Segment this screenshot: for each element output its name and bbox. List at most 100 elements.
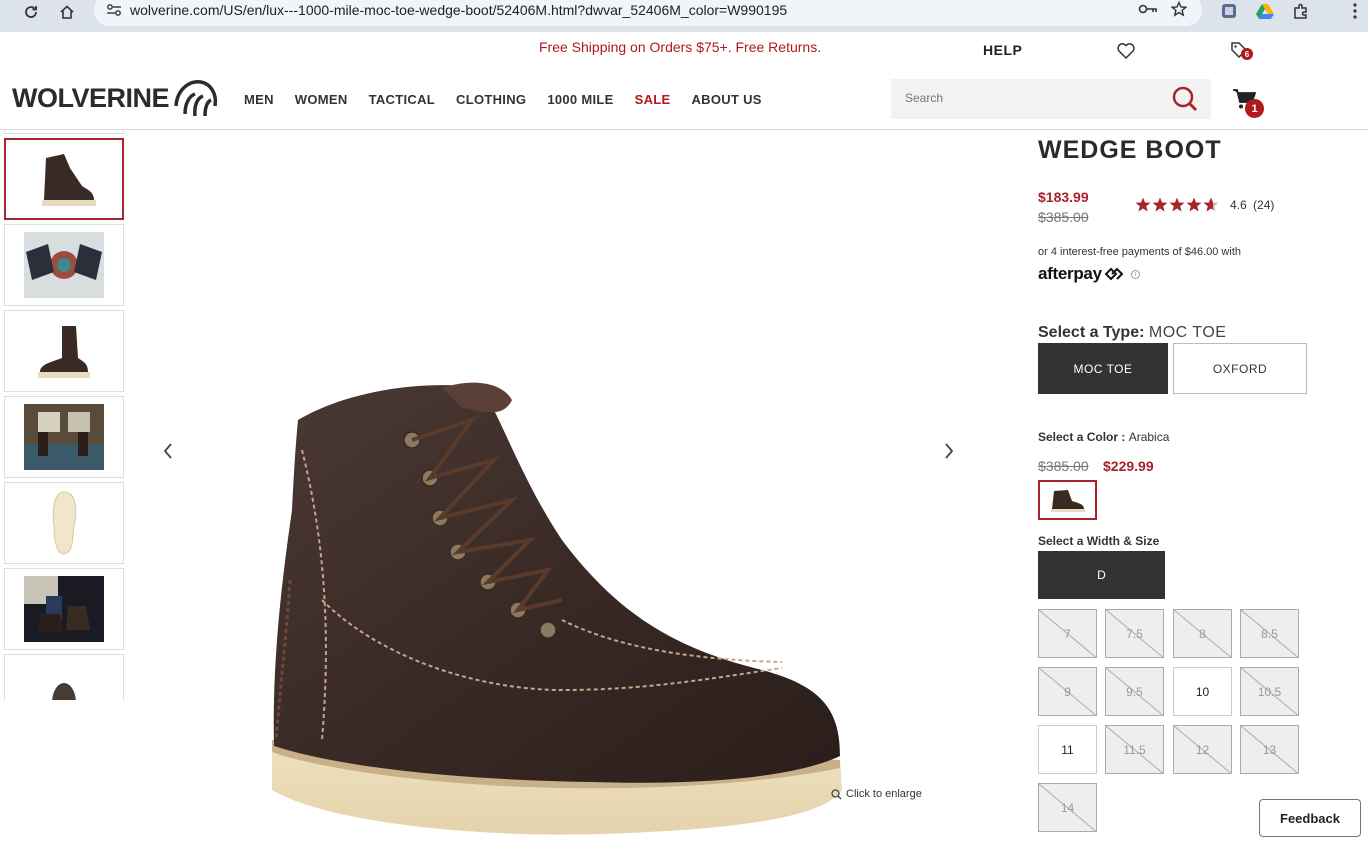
help-link[interactable]: HELP: [983, 42, 1022, 58]
afterpay-wordmark: afterpay: [1038, 264, 1102, 283]
sale-price: $183.99: [1038, 189, 1089, 205]
size-label-text: 7: [1064, 626, 1071, 641]
size-button-10-5[interactable]: 10.5: [1240, 667, 1299, 716]
thumbnail-5[interactable]: [4, 482, 124, 564]
star-icon: [1169, 197, 1185, 212]
notifications-badge: 6: [1241, 48, 1253, 60]
afterpay-arrows-icon: [1104, 267, 1124, 281]
type-label: Select a Type: MOC TOE: [1038, 324, 1226, 342]
nav-sale[interactable]: SALE: [635, 92, 671, 107]
size-label-text: 8.5: [1261, 626, 1278, 641]
thumbnail-7[interactable]: [4, 654, 124, 700]
info-icon[interactable]: i: [1130, 269, 1140, 279]
enlarge-label: Click to enlarge: [846, 788, 922, 800]
lifestyle-thumbnail-image: [24, 404, 104, 470]
star-half-icon: [1203, 197, 1219, 212]
thumbnail-2[interactable]: [4, 224, 124, 306]
main-nav: MEN WOMEN TACTICAL CLOTHING 1000 MILE SA…: [244, 92, 783, 107]
nav-men[interactable]: MEN: [244, 92, 274, 107]
cart-count-badge: 1: [1245, 99, 1264, 118]
sole-thumbnail-image: [52, 491, 77, 555]
menu-kebab-icon[interactable]: [1344, 0, 1366, 22]
header-divider: [0, 129, 1368, 130]
feedback-button[interactable]: Feedback: [1259, 799, 1361, 837]
size-button-11-5[interactable]: 11.5: [1105, 725, 1164, 774]
rating-summary[interactable]: 4.6 (24): [1230, 198, 1274, 212]
reload-icon[interactable]: [17, 0, 45, 24]
color-original-price: $385.00: [1038, 458, 1089, 474]
afterpay-logo[interactable]: afterpay i: [1038, 264, 1140, 284]
magnify-icon: [831, 788, 842, 799]
lifestyle-thumbnail-image: [24, 232, 104, 298]
size-button-11[interactable]: 11: [1038, 725, 1097, 774]
nav-about-us[interactable]: ABOUT US: [691, 92, 761, 107]
size-button-12[interactable]: 12: [1173, 725, 1232, 774]
thumbnail-partial[interactable]: [4, 130, 124, 134]
size-button-14[interactable]: 14: [1038, 783, 1097, 832]
thumbnail-6[interactable]: [4, 568, 124, 650]
extension-icon[interactable]: [1218, 0, 1240, 22]
thumbnail-1[interactable]: [4, 138, 124, 220]
rating-stars[interactable]: [1135, 197, 1219, 212]
nav-clothing[interactable]: CLOTHING: [456, 92, 526, 107]
thumbnail-3[interactable]: [4, 310, 124, 392]
site-settings-icon[interactable]: [106, 3, 122, 22]
color-label-text: Select a Color :: [1038, 430, 1126, 444]
swatch-boot-image: [1050, 490, 1085, 512]
wolverine-logo[interactable]: WOLVERINE: [12, 76, 221, 120]
nav-1000-mile[interactable]: 1000 MILE: [547, 92, 613, 107]
size-button-8-5[interactable]: 8.5: [1240, 609, 1299, 658]
drive-icon[interactable]: [1254, 0, 1276, 22]
product-title: WEDGE BOOT: [1038, 136, 1222, 164]
star-icon: [1152, 197, 1168, 212]
search-input[interactable]: [905, 91, 1165, 105]
extensions-puzzle-icon[interactable]: [1290, 0, 1312, 22]
size-button-10[interactable]: 10: [1173, 667, 1232, 716]
color-sale-price: $229.99: [1103, 458, 1154, 474]
size-button-7-5[interactable]: 7.5: [1105, 609, 1164, 658]
size-button-8[interactable]: 8: [1173, 609, 1232, 658]
size-label: Select a Width & Size: [1038, 534, 1160, 548]
claw-logo-icon: [174, 80, 218, 117]
original-price: $385.00: [1038, 209, 1089, 225]
boot-thumbnail-image: [42, 154, 96, 206]
logo-wordmark: WOLVERINE: [12, 82, 170, 113]
boot-side-thumbnail-image: [38, 326, 90, 378]
prev-image-chevron-icon[interactable]: [162, 440, 174, 466]
type-moc-toe-button[interactable]: MOC TOE: [1038, 343, 1168, 394]
thumbnail-strip: [4, 130, 124, 700]
width-d-button[interactable]: D: [1038, 551, 1165, 599]
next-image-chevron-icon[interactable]: [943, 440, 955, 466]
size-label-text: 14: [1060, 800, 1075, 815]
lifestyle-thumbnail-image: [24, 576, 104, 642]
review-count: (24): [1253, 198, 1275, 212]
afterpay-message: or 4 interest-free payments of $46.00 wi…: [1038, 246, 1241, 258]
thumbnail-4[interactable]: [4, 396, 124, 478]
home-icon[interactable]: [53, 0, 81, 24]
promo-banner[interactable]: Free Shipping on Orders $75+. Free Retur…: [539, 39, 821, 55]
size-button-9[interactable]: 9: [1038, 667, 1097, 716]
star-icon: [1135, 197, 1151, 212]
search-box: [891, 79, 1211, 119]
size-button-9-5[interactable]: 9.5: [1105, 667, 1164, 716]
wishlist-heart-icon[interactable]: [1117, 42, 1135, 64]
product-main-image[interactable]: [262, 360, 862, 840]
color-label: Select a Color : Arabica: [1038, 430, 1169, 444]
type-oxford-button[interactable]: OXFORD: [1173, 343, 1307, 394]
click-to-enlarge[interactable]: Click to enlarge: [831, 788, 922, 800]
nav-women[interactable]: WOMEN: [295, 92, 348, 107]
search-icon[interactable]: [1171, 85, 1199, 113]
password-key-icon[interactable]: [1138, 2, 1158, 21]
size-button-13[interactable]: 13: [1240, 725, 1299, 774]
size-label-text: 9: [1064, 684, 1071, 699]
nav-tactical[interactable]: TACTICAL: [369, 92, 435, 107]
size-label-text: 8: [1199, 626, 1206, 641]
browser-toolbar: wolverine.com/US/en/lux---1000-mile-moc-…: [0, 0, 1368, 32]
boot-thumbnail-image: [52, 683, 76, 700]
star-icon: [1186, 197, 1202, 212]
bookmark-star-icon[interactable]: [1170, 0, 1188, 22]
color-swatch-arabica[interactable]: [1038, 480, 1097, 520]
address-bar[interactable]: wolverine.com/US/en/lux---1000-mile-moc-…: [94, 0, 1202, 26]
size-button-7[interactable]: 7: [1038, 609, 1097, 658]
size-label-text: 10: [1195, 684, 1210, 699]
